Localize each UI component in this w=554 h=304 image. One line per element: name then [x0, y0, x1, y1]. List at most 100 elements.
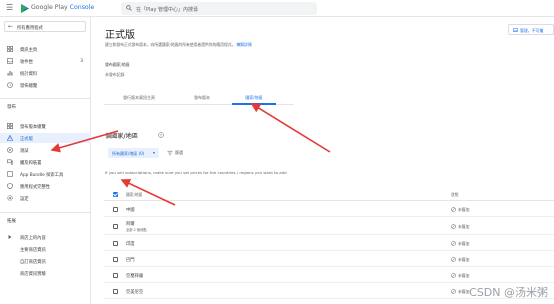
row-checkbox[interactable]: [113, 206, 118, 212]
clock-icon: [7, 81, 13, 88]
table-row[interactable]: 巴門 未獲加: [104, 251, 554, 267]
sidebar-item-label: 收件匣: [20, 59, 33, 65]
chevron-down-icon: ▾: [152, 149, 155, 155]
sidebar-item-label: 資訊主頁: [20, 47, 38, 53]
table-row[interactable]: 亞塞拜疆 未獲加: [104, 267, 554, 283]
gear-icon: [7, 194, 13, 201]
countries-section-title: 個國家/地區: [105, 133, 139, 140]
sidebar-item-publishing-overview[interactable]: 發佈總覽: [0, 80, 91, 90]
sidebar-item-label: 主要商店資訊: [20, 247, 46, 253]
sidebar-item-label: 觸及和裝置: [20, 160, 42, 166]
sidebar-item-custom-store-listing[interactable]: 自訂商店資訊: [0, 256, 91, 266]
table-header: 國家/地區 狀態: [104, 188, 554, 201]
shield-icon: [7, 182, 13, 189]
country-status: 未獲加: [458, 206, 470, 212]
learn-more-link[interactable]: 瞭解詳情: [237, 42, 252, 47]
inbox-icon: [7, 57, 13, 64]
row-checkbox[interactable]: [113, 223, 118, 229]
sidebar-item-inbox[interactable]: 收件匣 3: [0, 56, 91, 66]
sidebar-item-label: 商店資訊實驗: [20, 271, 46, 277]
laptop-icon: [513, 28, 518, 32]
sidebar-item-label: 發佈總覽: [20, 83, 38, 89]
help-icon[interactable]: ?: [158, 132, 164, 138]
dashboard-icon: [7, 45, 13, 52]
sidebar-item-label: 正式版: [20, 136, 33, 142]
all-apps-button[interactable]: ← 所有應用程式: [4, 21, 86, 32]
not-added-icon: [451, 206, 456, 212]
not-added-icon: [451, 256, 456, 262]
back-arrow-icon: ←: [8, 23, 14, 30]
sidebar-item-app-integrity[interactable]: 應用程式完整性: [0, 181, 91, 191]
brand-title: Google Play Console: [31, 4, 94, 11]
grow-section-header: 拓展: [7, 219, 16, 224]
sidebar-item-release-overview[interactable]: 發布版本總覽: [0, 121, 91, 131]
description-text: 建立和發布正式發布版本，向所選國家/地區的所有使用者提供你的應用程式。: [105, 42, 236, 47]
brand-prefix: Google Play: [31, 4, 70, 11]
google-play-logo-icon: [21, 4, 29, 13]
row-checkbox[interactable]: [113, 240, 118, 246]
filter-icon[interactable]: [167, 150, 173, 156]
select-all-checkbox[interactable]: [113, 191, 118, 197]
sidebar-item-store-listing-experiments[interactable]: 商店資訊實驗: [0, 268, 91, 278]
search-placeholder: 在「Play 管理中心」內搜尋: [136, 6, 199, 13]
main-content: 正式版 建立和發布正式發布版本，向所選國家/地區的所有使用者提供你的應用程式。 …: [91, 17, 554, 304]
sidebar-item-settings[interactable]: 設定: [0, 193, 91, 203]
row-checkbox[interactable]: [113, 256, 118, 262]
column-header-status: 狀態: [451, 192, 459, 197]
sidebar-item-reach-devices[interactable]: 觸及和裝置: [0, 157, 91, 167]
bundle-icon: [7, 170, 13, 177]
not-added-icon: [451, 272, 456, 278]
tab-countries-regions[interactable]: 國家/地區: [232, 94, 276, 105]
not-added-icon: [451, 223, 456, 229]
sidebar-item-dashboard[interactable]: 資訊主頁: [0, 44, 91, 54]
expand-arrow-icon: [8, 234, 12, 239]
sidebar-divider: [0, 98, 90, 99]
manage-button[interactable]: 管理，不可繼: [508, 24, 554, 35]
country-status: 未獲加: [458, 288, 470, 294]
country-name: 印度: [126, 241, 135, 247]
row-checkbox[interactable]: [113, 272, 118, 278]
warning-triangle-icon: [7, 134, 13, 141]
hamburger-menu-icon[interactable]: ☰: [6, 4, 13, 12]
sidebar: ← 所有應用程式 資訊主頁 收件匣 3 統計資料 發佈總覽 發布 發布版本總覽 …: [0, 17, 91, 304]
sidebar-item-testing[interactable]: 測試: [0, 145, 91, 155]
sidebar-item-main-store-listing[interactable]: 主要商店資訊: [0, 244, 91, 254]
sidebar-item-app-bundle-explorer[interactable]: App Bundle 探索工具: [0, 169, 91, 179]
tab-bar: 發行版本資訊主頁 發布版本 國家/地區: [104, 94, 294, 105]
devices-icon: [7, 159, 13, 165]
sidebar-item-label: 自訂商店資訊: [20, 259, 46, 265]
row-checkbox[interactable]: [113, 288, 118, 294]
table-row[interactable]: 印度 未獲加: [104, 235, 554, 251]
country-status: 未獲加: [458, 240, 470, 246]
all-apps-label: 所有應用程式: [17, 25, 43, 31]
release-countries-label: 發布國家/地區: [105, 62, 130, 67]
sidebar-item-label: 商店上的內容: [20, 235, 46, 241]
country-note: 全部 2 個地點: [126, 227, 147, 232]
sidebar-item-production[interactable]: 正式版: [0, 133, 91, 143]
not-added-icon: [451, 240, 456, 246]
country-name: 亞美尼亞: [126, 289, 144, 295]
grid-icon: [7, 122, 13, 129]
top-header: ☰ Google Play Console 在「Play 管理中心」內搜尋: [0, 0, 554, 17]
tab-release-dashboard[interactable]: 發行版本資訊主頁: [104, 94, 174, 105]
not-added-icon: [451, 288, 456, 294]
country-filter-chip[interactable]: 所有國家/地區 (0) ▾: [108, 148, 159, 158]
sidebar-item-label: 發布版本總覽: [20, 124, 46, 130]
table-row[interactable]: 中國 未獲加: [104, 201, 554, 217]
sidebar-item-store-presence[interactable]: 商店上的內容: [0, 232, 91, 242]
sidebar-item-label: 測試: [20, 148, 29, 154]
sidebar-item-statistics[interactable]: 統計資料: [0, 68, 91, 78]
country-status: 未獲加: [458, 272, 470, 278]
subscription-note: If you sell subscriptions, make sure you…: [105, 170, 287, 175]
page-description: 建立和發布正式發布版本，向所選國家/地區的所有使用者提供你的應用程式。 瞭解詳情: [105, 42, 252, 48]
manage-button-label: 管理，不可繼: [520, 28, 544, 33]
table-row[interactable]: 阿爾 全部 2 個地點 未獲加: [104, 217, 554, 235]
search-bar[interactable]: 在「Play 管理中心」內搜尋: [121, 2, 317, 15]
column-header-name: 國家/地區: [126, 192, 143, 197]
filter-label[interactable]: 篩選: [175, 150, 183, 156]
country-status: 未獲加: [458, 223, 470, 229]
sidebar-item-label: App Bundle 探索工具: [20, 172, 64, 178]
tab-releases[interactable]: 發布版本: [176, 94, 228, 105]
sidebar-item-label: 應用程式完整性: [20, 184, 51, 190]
play-circle-icon: [7, 146, 13, 153]
